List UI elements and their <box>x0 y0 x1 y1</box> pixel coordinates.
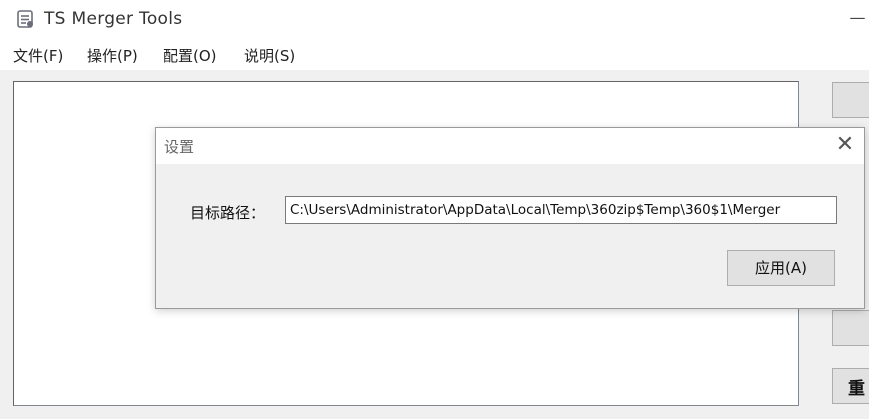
apply-button[interactable]: 应用(A) <box>727 250 835 286</box>
menu-item-file[interactable]: 文件(F) <box>13 45 63 66</box>
title-bar[interactable]: TS Merger Tools — <box>0 0 869 40</box>
window-title: TS Merger Tools <box>44 9 183 29</box>
main-window: TS Merger Tools — 文件(F) 操作(P) 配置(O) 说明(S… <box>0 0 869 419</box>
target-path-input[interactable]: C:\Users\Administrator\AppData\Local\Tem… <box>285 196 837 224</box>
dialog-title: 设置 <box>164 138 195 156</box>
side-button-2[interactable] <box>832 310 869 346</box>
menu-item-help[interactable]: 说明(S) <box>244 45 295 66</box>
target-path-label: 目标路径： <box>190 204 266 222</box>
dialog-title-bar[interactable]: 设置 ✕ <box>156 128 864 164</box>
menu-item-config[interactable]: 配置(O) <box>163 45 217 66</box>
side-button-1[interactable] <box>832 82 869 118</box>
minimize-button[interactable]: — <box>846 8 869 32</box>
menu-bar: 文件(F) 操作(P) 配置(O) 说明(S) <box>0 40 869 70</box>
app-logo-icon <box>17 10 33 28</box>
close-icon[interactable]: ✕ <box>830 131 860 161</box>
settings-dialog: 设置 ✕ 目标路径： C:\Users\Administrator\AppDat… <box>155 127 865 309</box>
side-button-reset-label: 重 <box>848 379 865 399</box>
menu-item-operation[interactable]: 操作(P) <box>87 45 138 66</box>
